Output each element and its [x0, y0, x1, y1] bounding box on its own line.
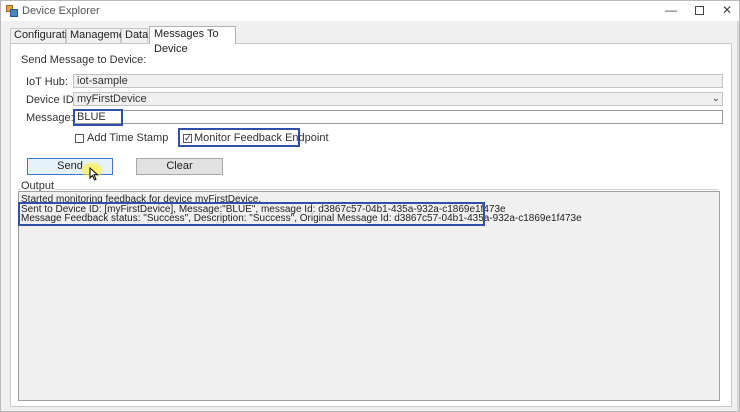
- maximize-button[interactable]: [685, 1, 713, 21]
- output-group-border: [18, 189, 718, 190]
- minimize-button[interactable]: —: [657, 1, 685, 21]
- message-input[interactable]: BLUE: [73, 110, 723, 124]
- tab-configuration[interactable]: Configuration: [10, 28, 79, 43]
- device-id-dropdown[interactable]: myFirstDevice ⌄: [73, 92, 723, 106]
- message-label: Message:: [26, 112, 74, 124]
- checkmark-icon: ✓: [184, 133, 192, 143]
- window-edge: [737, 21, 739, 411]
- title-bar: Device Explorer — ✕: [1, 1, 739, 21]
- monitor-feedback-label: Monitor Feedback Endpoint: [194, 132, 329, 144]
- chevron-down-icon[interactable]: ⌄: [712, 93, 720, 105]
- section-title: Send Message to Device:: [21, 54, 147, 66]
- mouse-pointer-icon: [89, 167, 99, 181]
- tab-management[interactable]: Management: [66, 28, 134, 43]
- output-highlight: [18, 202, 485, 226]
- device-id-value: myFirstDevice: [77, 93, 147, 105]
- close-button[interactable]: ✕: [713, 1, 740, 21]
- message-highlight: [73, 109, 123, 126]
- tab-data[interactable]: Data: [121, 28, 148, 43]
- iot-hub-field: iot-sample: [73, 74, 723, 88]
- clear-button[interactable]: Clear: [136, 158, 223, 175]
- add-timestamp-label: Add Time Stamp: [87, 132, 169, 144]
- iot-hub-label: IoT Hub:: [26, 76, 68, 88]
- maximize-icon: [694, 6, 704, 15]
- device-explorer-icon: [6, 5, 18, 17]
- monitor-feedback-checkbox[interactable]: ✓: [183, 134, 192, 143]
- device-explorer-window: Device Explorer — ✕ Configuration Manage…: [0, 0, 740, 412]
- tab-messages-to-device[interactable]: Messages To Device: [149, 26, 236, 55]
- device-id-label: Device ID:: [26, 94, 77, 106]
- window-title: Device Explorer: [22, 5, 100, 17]
- add-timestamp-checkbox[interactable]: [75, 134, 84, 143]
